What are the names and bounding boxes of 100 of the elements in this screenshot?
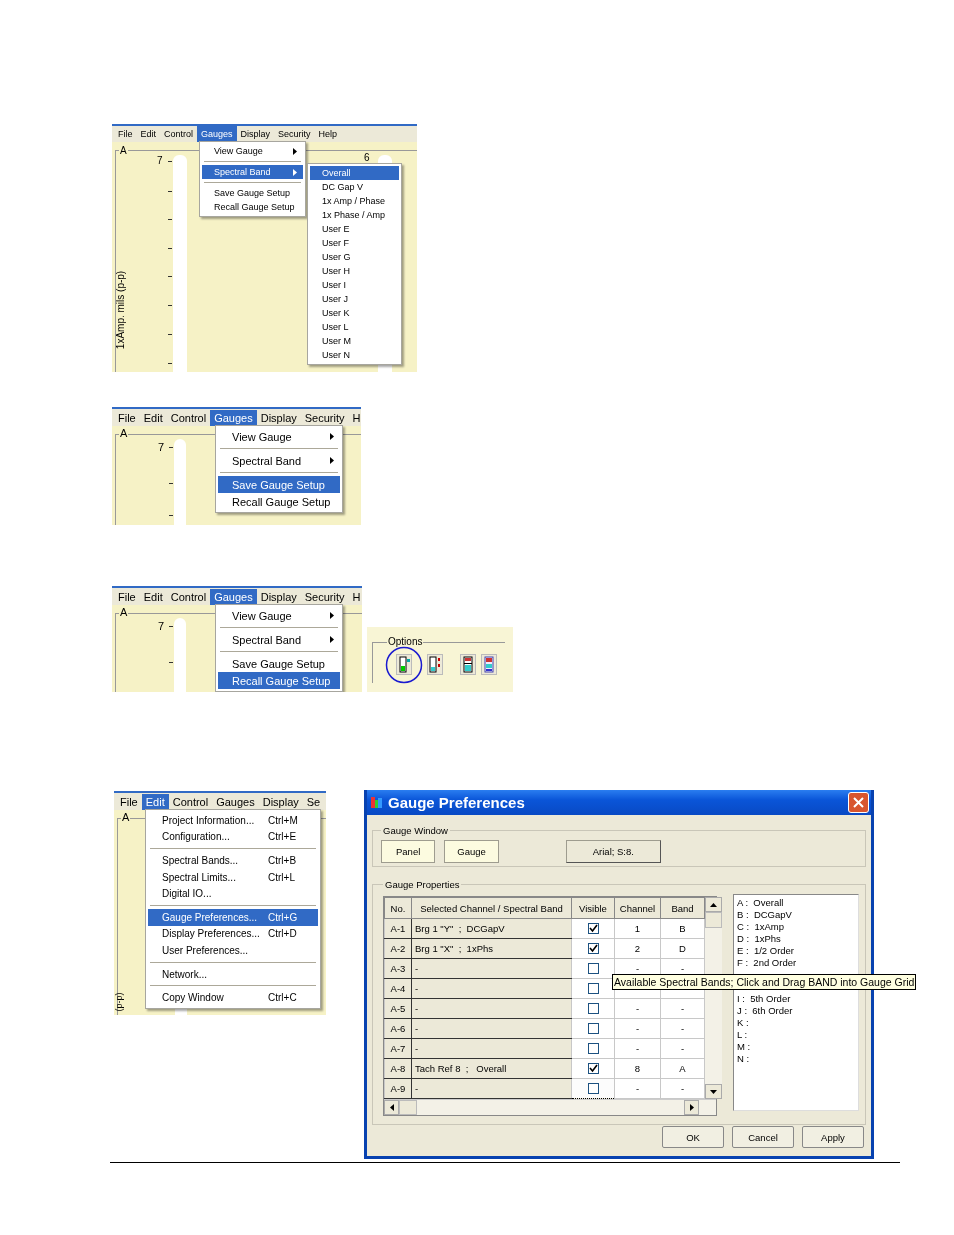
menu-bar-item[interactable]: Help <box>314 126 342 142</box>
menu-bar-item[interactable]: Edit <box>139 409 167 426</box>
menu-item[interactable]: User E <box>310 222 399 236</box>
menu-item[interactable]: User H <box>310 264 399 278</box>
menu-bar-item[interactable]: Gauges <box>212 793 259 810</box>
menu-item[interactable]: View Gauge <box>218 428 340 445</box>
menu-item[interactable]: User J <box>310 292 399 306</box>
menu-bar-item[interactable]: Display <box>256 588 301 605</box>
scroll-left-button[interactable] <box>384 1100 399 1115</box>
menu-item[interactable]: User K <box>310 306 399 320</box>
menu-item[interactable]: Save Gauge Setup <box>218 476 340 493</box>
menu-item[interactable]: Recall Gauge Setup <box>202 200 303 214</box>
menu-item[interactable]: User I <box>310 278 399 292</box>
list-item[interactable]: K : <box>737 1017 855 1029</box>
menu-bar-item[interactable]: H <box>348 409 361 426</box>
close-button[interactable] <box>848 792 869 813</box>
menu-bar-item[interactable]: Display <box>236 126 275 142</box>
menu-item[interactable]: Copy Window Ctrl+C <box>148 989 318 1006</box>
menu-item[interactable]: User F <box>310 236 399 250</box>
menu-bar-item[interactable]: Control <box>166 588 211 605</box>
checkbox[interactable] <box>587 943 599 955</box>
list-item[interactable]: D : 1xPhs <box>737 933 855 945</box>
menu-item[interactable]: User N <box>310 348 399 362</box>
menu-item[interactable]: User L <box>310 320 399 334</box>
menu-bar-item[interactable]: File <box>114 126 137 142</box>
menu-item[interactable]: Save Gauge Setup <box>218 655 340 672</box>
menu-item[interactable]: 1x Amp / Phase <box>310 194 399 208</box>
gauge-window-button[interactable]: Gauge <box>444 840 499 863</box>
menu-bar-item[interactable]: File <box>114 588 140 605</box>
menu-bar-item[interactable]: Control <box>168 793 213 810</box>
gauge-option-button[interactable] <box>481 654 497 675</box>
scroll-down-button[interactable] <box>705 1084 722 1099</box>
menu-item[interactable]: Overall <box>310 166 399 180</box>
menu-bar-item[interactable]: Gauges <box>210 588 257 605</box>
gauge-option-button[interactable] <box>460 654 476 675</box>
menu-bar-item[interactable]: Display <box>256 409 301 426</box>
dialog-button[interactable]: Cancel <box>732 1126 794 1148</box>
horizontal-scrollbar[interactable] <box>384 1099 716 1115</box>
menu-bar-item[interactable]: Gauges <box>197 126 237 142</box>
menu-bar-item[interactable]: File <box>114 409 140 426</box>
menu-item[interactable]: 1x Phase / Amp <box>310 208 399 222</box>
menu-item[interactable]: View Gauge <box>218 607 340 624</box>
menu-item[interactable]: Save Gauge Setup <box>202 186 303 200</box>
gauge-window-button[interactable]: Panel <box>381 840 436 863</box>
menu-item[interactable]: DC Gap V <box>310 180 399 194</box>
menu-bar-item[interactable]: Control <box>160 126 198 142</box>
menu-bar-item[interactable]: Control <box>166 409 211 426</box>
scroll-up-button[interactable] <box>705 897 722 912</box>
scroll-right-button[interactable] <box>684 1100 699 1115</box>
scroll-thumb[interactable] <box>399 1100 417 1115</box>
menu-bar-item[interactable]: Edit <box>141 793 169 810</box>
list-item[interactable]: E : 1/2 Order <box>737 945 855 957</box>
checkbox[interactable] <box>587 1063 599 1075</box>
checkbox[interactable] <box>587 1083 599 1095</box>
menu-bar-item[interactable]: Security <box>274 126 315 142</box>
menu-item[interactable]: Spectral Band <box>218 452 340 469</box>
scroll-thumb[interactable] <box>705 912 722 928</box>
menu-item[interactable]: Spectral Limits... Ctrl+L <box>148 868 318 886</box>
list-item[interactable]: C : 1xAmp <box>737 921 855 933</box>
menu-item[interactable]: User G <box>310 250 399 264</box>
menu-item[interactable]: User Preferences... <box>148 942 318 959</box>
menu-bar-item[interactable]: Edit <box>139 588 167 605</box>
checkbox[interactable] <box>587 983 599 995</box>
menu-item[interactable]: Configuration... Ctrl+E <box>148 828 318 846</box>
list-item[interactable]: F : 2nd Order <box>737 957 855 969</box>
checkbox[interactable] <box>587 1003 599 1015</box>
menu-bar-item[interactable]: Gauges <box>210 409 257 426</box>
list-item[interactable]: J : 6th Order <box>737 1005 855 1017</box>
list-item[interactable]: B : DCGapV <box>737 909 855 921</box>
menu-item[interactable]: Recall Gauge Setup <box>218 672 340 689</box>
menu-bar-item[interactable]: Display <box>258 793 303 810</box>
menu-item[interactable]: Spectral Band <box>202 165 303 179</box>
list-item[interactable]: M : <box>737 1041 855 1053</box>
menu-item[interactable]: Spectral Band <box>218 631 340 648</box>
checkbox[interactable] <box>587 963 599 975</box>
menu-bar-item[interactable]: Edit <box>136 126 161 142</box>
menu-item[interactable]: User M <box>310 334 399 348</box>
list-item[interactable]: I : 5th Order <box>737 993 855 1005</box>
menu-bar-item[interactable]: Security <box>300 409 349 426</box>
menu-item[interactable]: Network... <box>148 965 318 983</box>
list-item[interactable]: N : <box>737 1053 855 1065</box>
menu-bar-item[interactable]: Security <box>300 588 349 605</box>
dialog-button[interactable]: OK <box>662 1126 724 1148</box>
menu-item[interactable]: Digital IO... <box>148 885 318 902</box>
menu-item[interactable]: Display Preferences... Ctrl+D <box>148 925 318 943</box>
menu-bar-item[interactable]: H <box>348 588 362 605</box>
menu-item[interactable]: Gauge Preferences... Ctrl+G <box>148 908 318 926</box>
menu-item[interactable]: Recall Gauge Setup <box>218 493 340 510</box>
menu-item[interactable]: View Gauge <box>202 144 303 158</box>
list-item[interactable]: A : Overall <box>737 897 855 909</box>
menu-item[interactable]: Project Information... Ctrl+M <box>148 812 318 829</box>
checkbox[interactable] <box>587 923 599 935</box>
checkbox[interactable] <box>587 1043 599 1055</box>
menu-bar-item[interactable]: File <box>116 793 142 810</box>
checkbox[interactable] <box>587 1023 599 1035</box>
menu-item[interactable]: Spectral Bands... Ctrl+B <box>148 852 318 869</box>
font-button[interactable]: Arial; S:8. <box>565 840 661 863</box>
dialog-button[interactable]: Apply <box>802 1126 864 1148</box>
list-item[interactable]: L : <box>737 1029 855 1041</box>
menu-bar-item[interactable]: Se <box>302 793 325 810</box>
